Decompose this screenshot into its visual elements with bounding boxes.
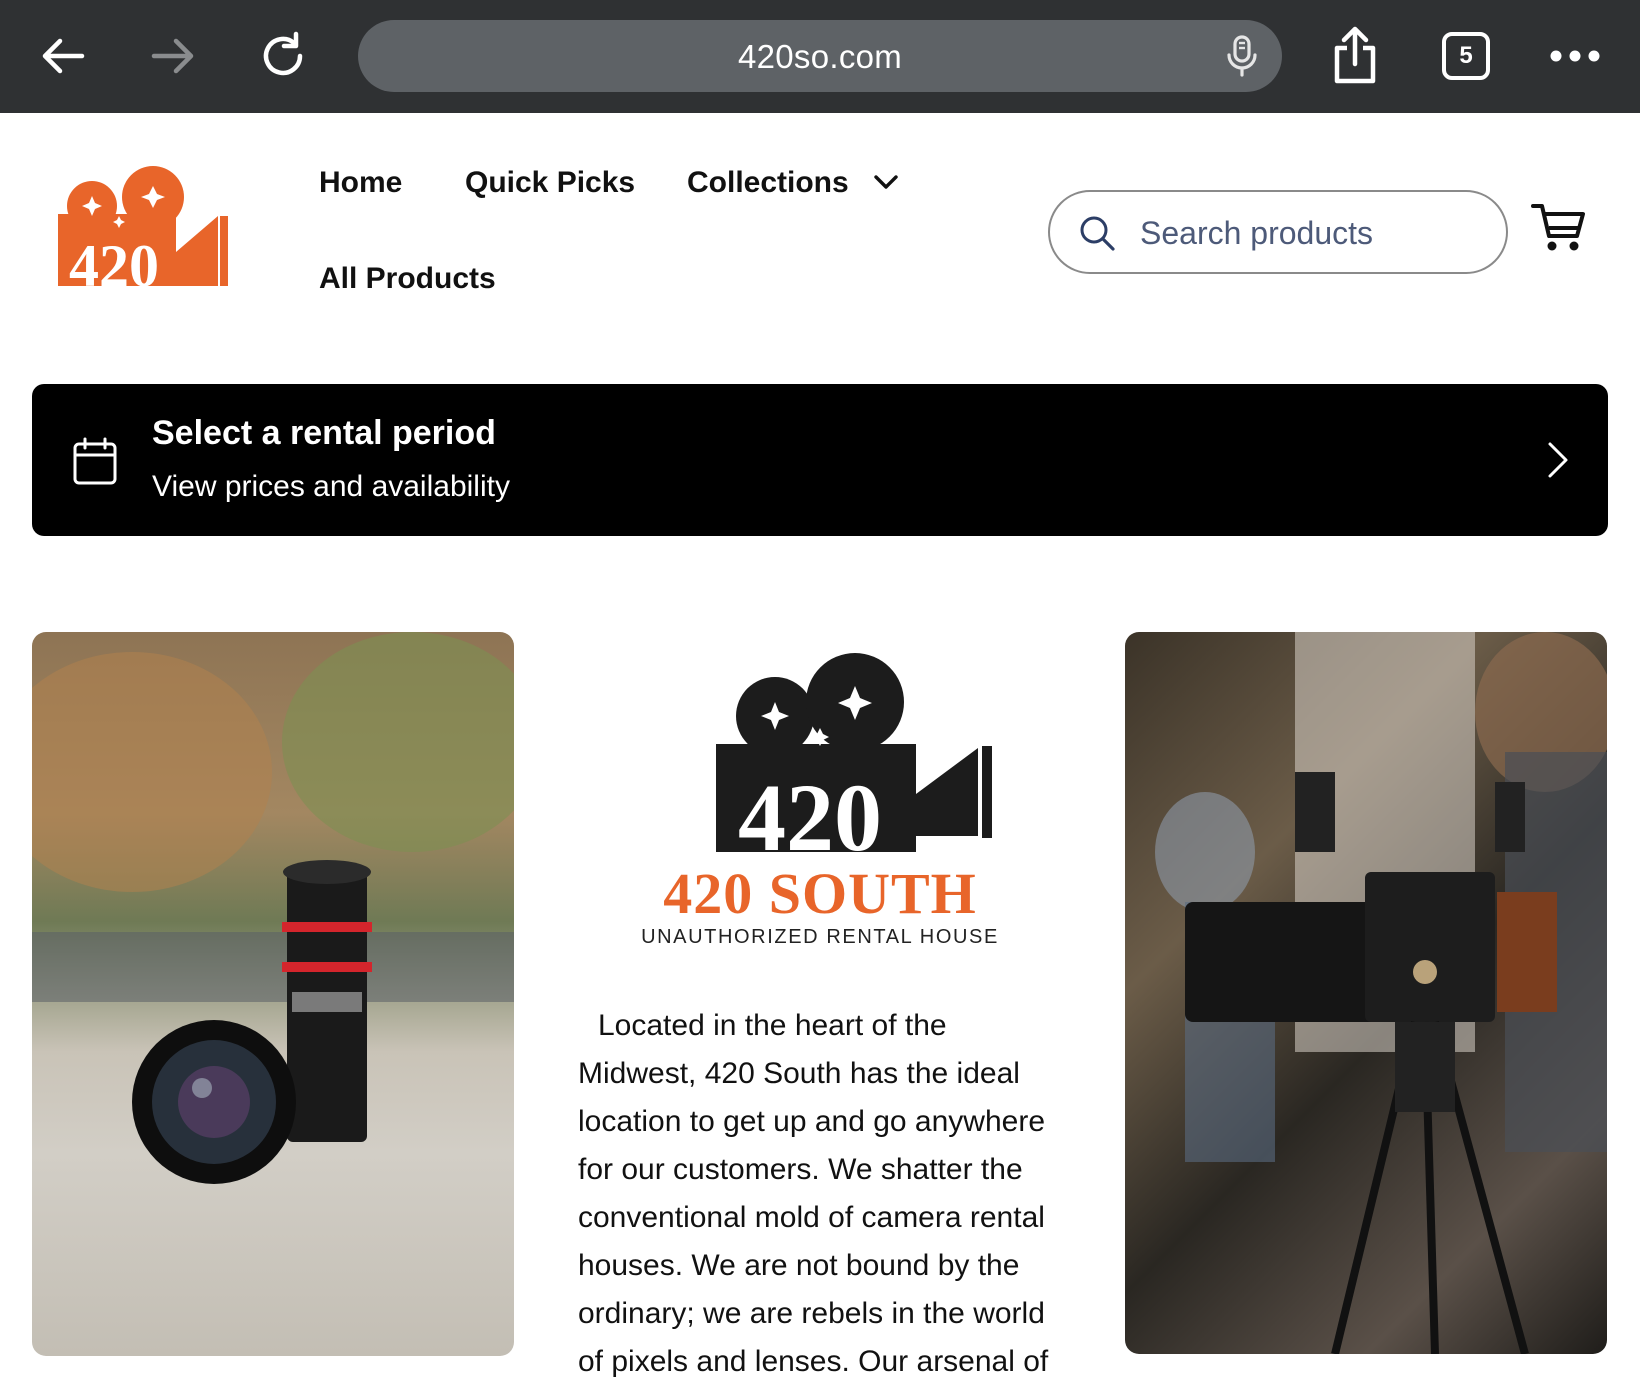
nav-all-products[interactable]: All Products [319, 262, 496, 296]
tabs-count-button[interactable]: 5 [1442, 32, 1490, 80]
calendar-icon [73, 437, 117, 485]
logo-text: 420 [69, 233, 159, 288]
url-text: 420so.com [737, 38, 903, 75]
cart-icon[interactable] [1530, 198, 1586, 254]
back-arrow-icon[interactable] [33, 26, 93, 86]
brand-logo-text: 420 [738, 764, 882, 871]
camera-rig-image [1155, 632, 1607, 1354]
address-bar[interactable]: 420so.com [358, 20, 1282, 92]
search-bar[interactable] [1048, 190, 1508, 274]
reload-icon[interactable] [253, 26, 313, 86]
chevron-right-icon [1548, 442, 1568, 478]
camera-lens-image [32, 632, 514, 1184]
microphone-icon[interactable] [1222, 34, 1262, 78]
about-paragraph: Located in the heart of the Midwest, 420… [578, 1009, 1049, 1378]
forward-arrow-icon[interactable] [143, 26, 203, 86]
search-icon [1080, 216, 1115, 251]
site-logo[interactable]: 420 [52, 166, 228, 288]
camera-rig-photo [1125, 632, 1607, 1354]
nav-quick-picks[interactable]: Quick Picks [465, 166, 635, 200]
browser-toolbar: 420so.com 5 [0, 0, 1640, 113]
brand-name: 420 SOUTH [663, 861, 977, 926]
brand-tagline: UNAUTHORIZED RENTAL HOUSE [641, 926, 999, 948]
nav-collections[interactable]: Collections [687, 166, 849, 200]
more-options-icon[interactable] [1545, 26, 1605, 86]
share-icon[interactable] [1325, 26, 1385, 86]
search-input[interactable] [1140, 206, 1490, 260]
lens-photo [32, 632, 514, 1356]
nav-home[interactable]: Home [319, 166, 402, 200]
rental-period-selector[interactable]: Select a rental period View prices and a… [32, 384, 1608, 536]
chevron-down-icon[interactable] [871, 167, 901, 197]
rental-title: Select a rental period [152, 414, 496, 452]
rental-subtitle: View prices and availability [152, 470, 510, 503]
